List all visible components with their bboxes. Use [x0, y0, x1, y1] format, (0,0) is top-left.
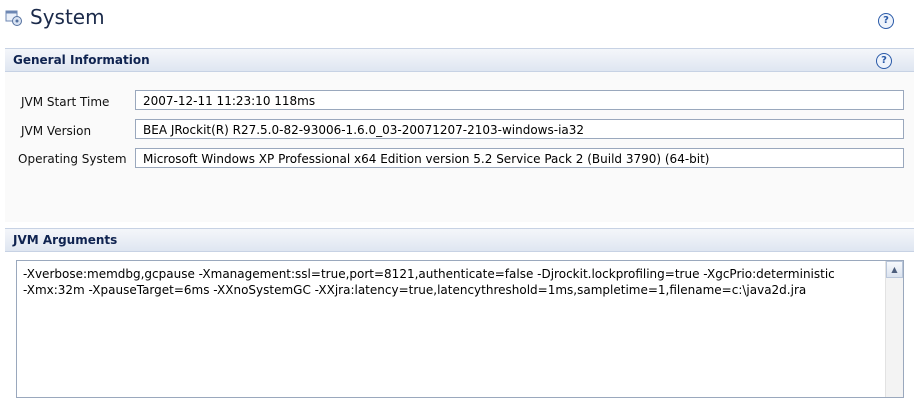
jvm-start-time-field[interactable]: 2007-12-11 11:23:10 118ms — [135, 90, 904, 110]
jvm-arguments-textarea[interactable]: -Xverbose:memdbg,gcpause -Xmanagement:ss… — [16, 260, 904, 398]
jvm-arguments-text: -Xverbose:memdbg,gcpause -Xmanagement:ss… — [23, 266, 881, 298]
help-icon[interactable]: ? — [878, 13, 894, 29]
jvm-version-field[interactable]: BEA JRockit(R) R27.5.0-82-93006-1.6.0_03… — [135, 119, 904, 139]
help-icon[interactable]: ? — [876, 53, 892, 69]
operating-system-label: Operating System — [18, 152, 127, 166]
jvm-start-time-label: JVM Start Time — [21, 95, 110, 109]
title-bar: System ? — [0, 0, 914, 38]
section-title: General Information — [13, 53, 150, 67]
jvm-version-label: JVM Version — [21, 124, 92, 138]
scroll-up-arrow-icon[interactable]: ▲ — [886, 261, 903, 278]
jvm-arguments-line: -Xmx:32m -XpauseTarget=6ms -XXnoSystemGC… — [23, 283, 807, 297]
system-icon — [5, 10, 22, 26]
general-information-header[interactable]: General Information ? — [5, 48, 914, 72]
operating-system-field[interactable]: Microsoft Windows XP Professional x64 Ed… — [135, 148, 904, 168]
section-title: JVM Arguments — [13, 233, 118, 247]
vertical-scrollbar[interactable]: ▲ — [885, 261, 903, 397]
jvm-arguments-line: -Xverbose:memdbg,gcpause -Xmanagement:ss… — [23, 267, 835, 281]
general-information-body: JVM Start Time 2007-12-11 11:23:10 118ms… — [5, 72, 914, 222]
page-title: System — [30, 5, 105, 29]
jvm-arguments-header[interactable]: JVM Arguments — [5, 228, 914, 252]
